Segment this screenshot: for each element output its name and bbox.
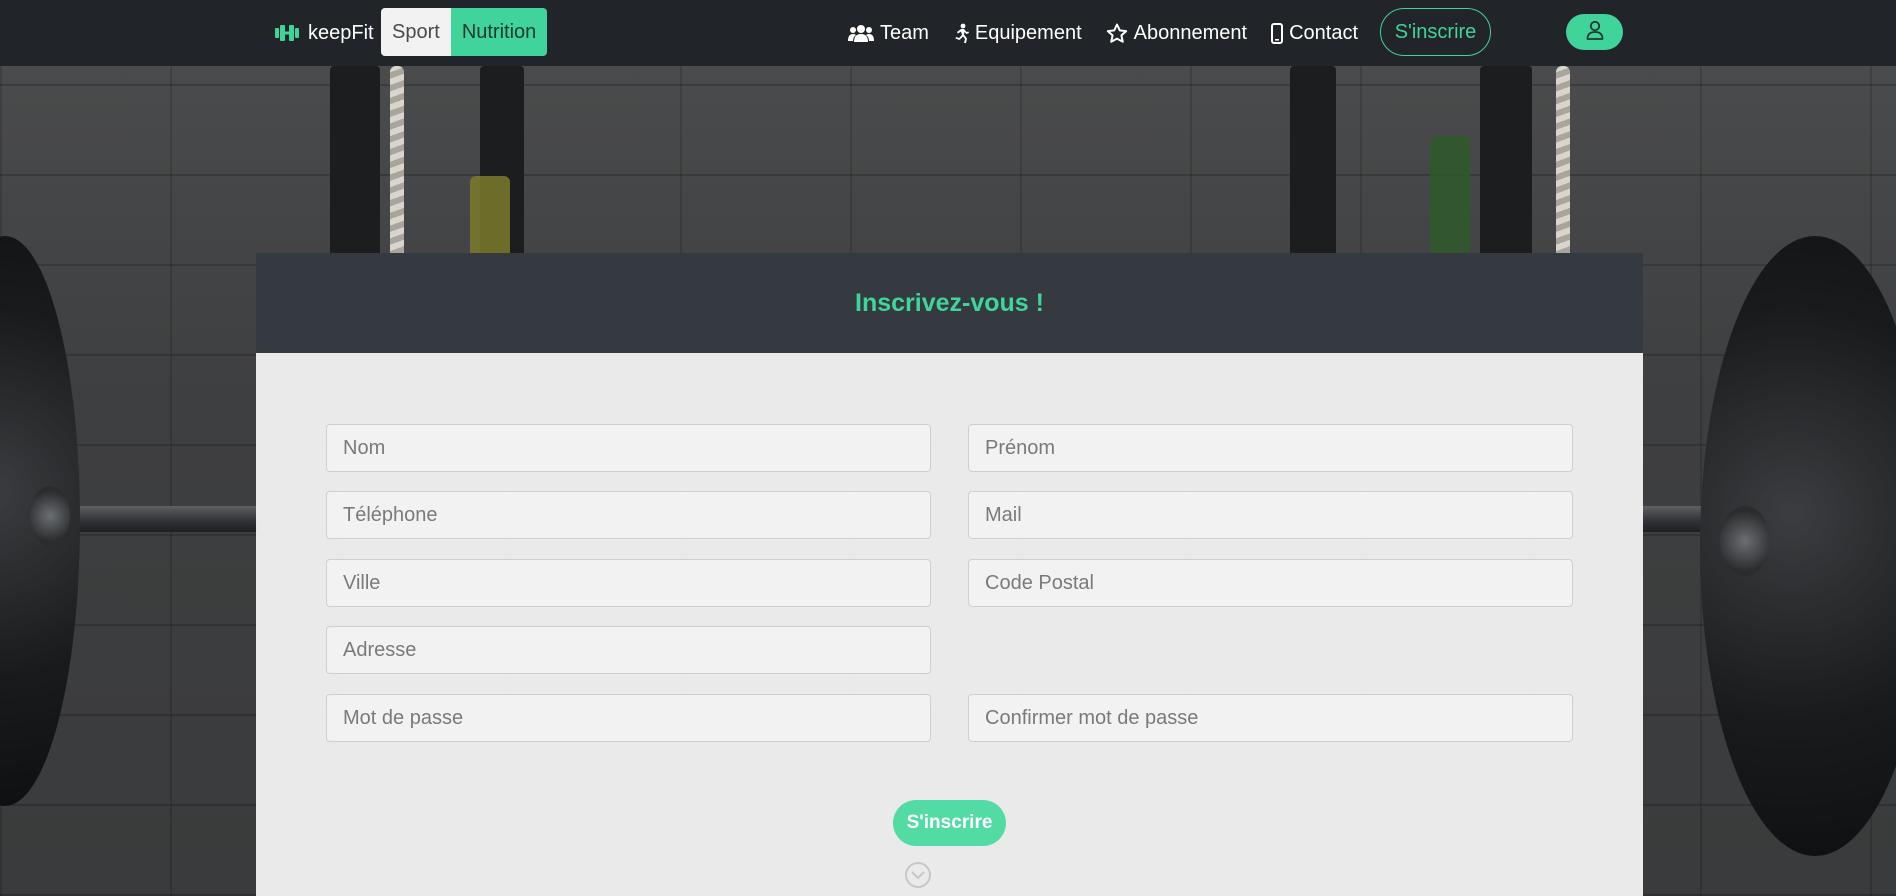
toggle-nutrition[interactable]: Nutrition: [450, 8, 548, 56]
nav-link-label: Abonnement: [1133, 21, 1248, 44]
telephone-input[interactable]: [326, 491, 931, 539]
navbar: keepFit Sport Nutrition Team Equipement …: [0, 0, 1896, 66]
mail-input[interactable]: [968, 491, 1573, 539]
ville-input[interactable]: [326, 559, 931, 607]
nav-link-label: Team: [880, 21, 929, 44]
users-icon: [848, 24, 874, 42]
form-title: Inscrivez-vous !: [855, 288, 1044, 317]
mobile-icon: [1271, 22, 1284, 44]
signup-form: S'inscrire: [256, 353, 1643, 896]
running-icon: [953, 23, 969, 43]
password-input[interactable]: [326, 694, 931, 742]
submit-button[interactable]: S'inscrire: [893, 800, 1006, 846]
nav-link-label: Contact: [1289, 21, 1359, 44]
nav-link-label: Equipement: [974, 21, 1082, 44]
card-header: Inscrivez-vous !: [256, 253, 1643, 353]
brand-name: keepFit: [308, 21, 374, 44]
adresse-input[interactable]: [326, 626, 931, 674]
nav-link-abonnement[interactable]: Abonnement: [1106, 22, 1247, 45]
prenom-input[interactable]: [968, 424, 1573, 472]
confirm-password-input[interactable]: [968, 694, 1573, 742]
nom-input[interactable]: [326, 424, 931, 472]
sport-nutrition-toggle: Sport Nutrition: [381, 8, 548, 56]
user-icon: [1586, 20, 1604, 45]
dumbbell-icon: [274, 23, 300, 43]
nav-signup-button[interactable]: S'inscrire: [1380, 8, 1491, 56]
toggle-sport[interactable]: Sport: [381, 8, 451, 56]
star-icon: [1106, 23, 1128, 44]
chevron-down-icon: [903, 860, 933, 895]
nav-links: Team Equipement Abonnement Contact: [848, 0, 1358, 66]
nav-link-team[interactable]: Team: [848, 22, 929, 45]
nav-link-equipement[interactable]: Equipement: [953, 22, 1082, 45]
nav-link-contact[interactable]: Contact: [1271, 22, 1358, 45]
code-postal-input[interactable]: [968, 559, 1573, 607]
signup-card: Inscrivez-vous ! S'inscrire: [256, 253, 1643, 896]
brand-link[interactable]: keepFit: [274, 18, 374, 48]
user-button[interactable]: [1566, 14, 1623, 50]
